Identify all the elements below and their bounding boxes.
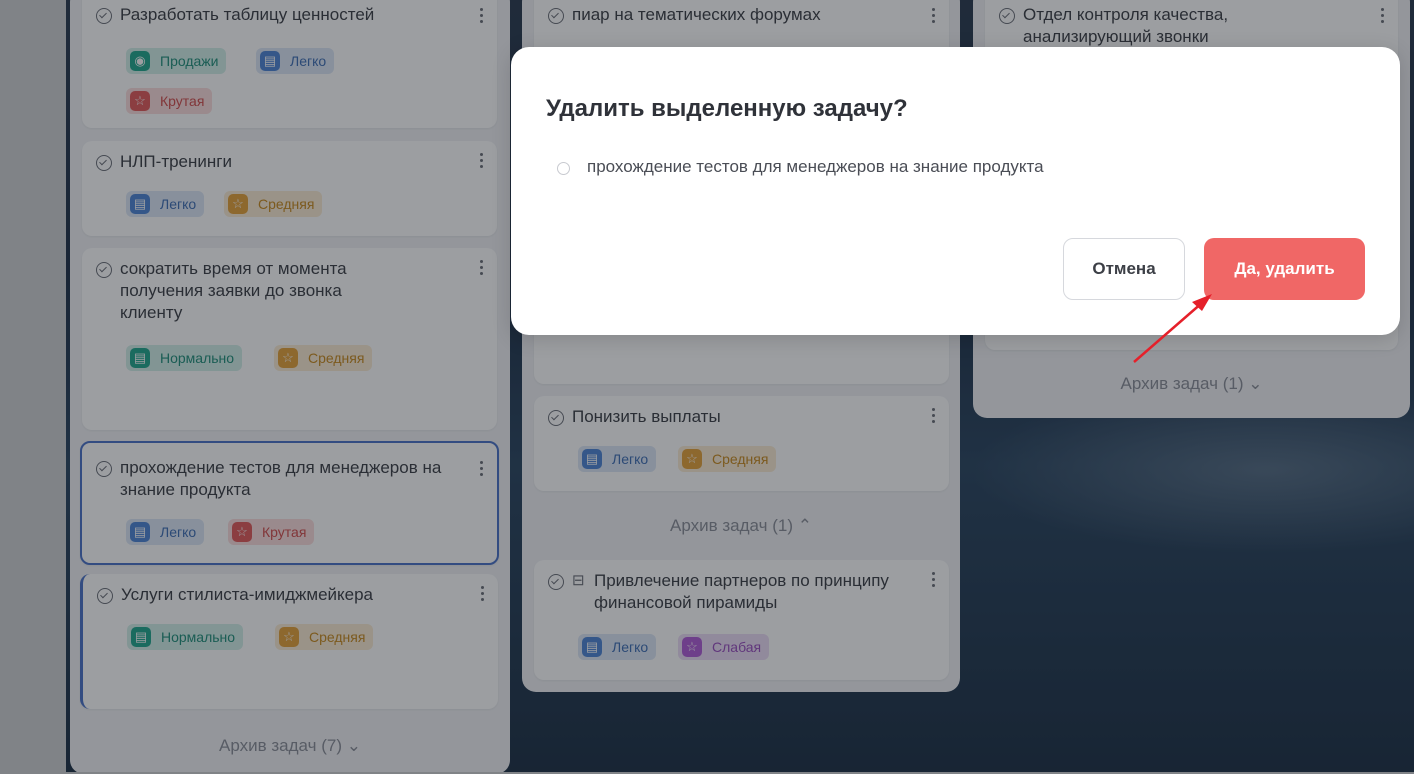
- dialog-title: Удалить выделенную задачу?: [546, 95, 908, 122]
- delete-confirm-dialog: Удалить выделенную задачу? прохождение т…: [511, 47, 1400, 335]
- confirm-delete-button[interactable]: Да, удалить: [1204, 238, 1365, 300]
- radio-icon: [557, 162, 570, 175]
- cancel-button[interactable]: Отмена: [1063, 238, 1185, 300]
- task-to-delete: прохождение тестов для менеджеров на зна…: [587, 157, 1044, 176]
